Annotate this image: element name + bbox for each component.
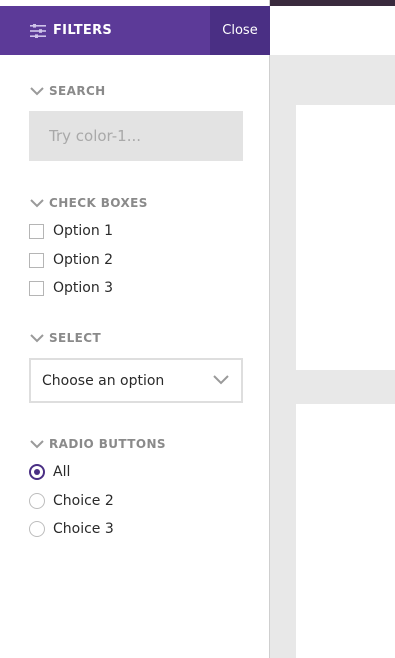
radio-button[interactable]: [29, 521, 45, 537]
radio-label: All: [53, 464, 71, 480]
drawer-header: FILTERS Close: [0, 6, 270, 55]
radio-option-choice-3[interactable]: Choice 3: [29, 521, 114, 537]
radios-heading: RADIO BUTTONS: [49, 437, 166, 451]
sliders-icon: [30, 23, 46, 38]
checkbox-option-2[interactable]: Option 2: [29, 252, 113, 268]
checkbox[interactable]: [29, 280, 44, 296]
chevron-down-icon: [213, 375, 229, 385]
select-heading: SELECT: [49, 331, 102, 345]
checkbox-label: Option 2: [53, 252, 114, 268]
checkbox[interactable]: [29, 223, 44, 239]
radio-label: Choice 2: [53, 493, 114, 509]
radio-label: Choice 3: [53, 521, 114, 537]
radio-button[interactable]: [29, 493, 45, 509]
checkbox-option-3[interactable]: Option 3: [29, 280, 113, 296]
content-card: [296, 105, 395, 370]
radio-option-choice-2[interactable]: Choice 2: [29, 493, 114, 509]
select-value: Choose an option: [42, 372, 165, 389]
radios-section-toggle[interactable]: RADIO BUTTONS: [30, 437, 166, 451]
search-section-toggle[interactable]: SEARCH: [30, 84, 106, 98]
drawer-title-group: FILTERS: [0, 6, 112, 55]
close-button[interactable]: Close: [210, 6, 270, 55]
checkbox-label: Option 3: [53, 280, 114, 296]
filter-drawer: FILTERS Close SEARCH CHECK BOXES Option …: [0, 0, 270, 658]
checkboxes-heading: CHECK BOXES: [49, 196, 148, 210]
chevron-down-icon: [30, 86, 44, 95]
search-input[interactable]: [29, 111, 243, 161]
chevron-down-icon: [30, 198, 44, 207]
checkbox[interactable]: [29, 252, 44, 268]
radio-option-all[interactable]: All: [29, 464, 70, 480]
drawer-title: FILTERS: [53, 23, 113, 38]
checkboxes-section-toggle[interactable]: CHECK BOXES: [30, 196, 148, 210]
chevron-down-icon: [30, 333, 44, 342]
checkbox-label: Option 1: [53, 223, 114, 239]
option-select[interactable]: Choose an option: [29, 358, 243, 403]
select-section-toggle[interactable]: SELECT: [30, 331, 101, 345]
checkbox-option-1[interactable]: Option 1: [29, 223, 113, 239]
chevron-down-icon: [30, 439, 44, 448]
content-card: [296, 404, 395, 658]
search-heading: SEARCH: [49, 84, 106, 98]
radio-button[interactable]: [29, 464, 45, 480]
